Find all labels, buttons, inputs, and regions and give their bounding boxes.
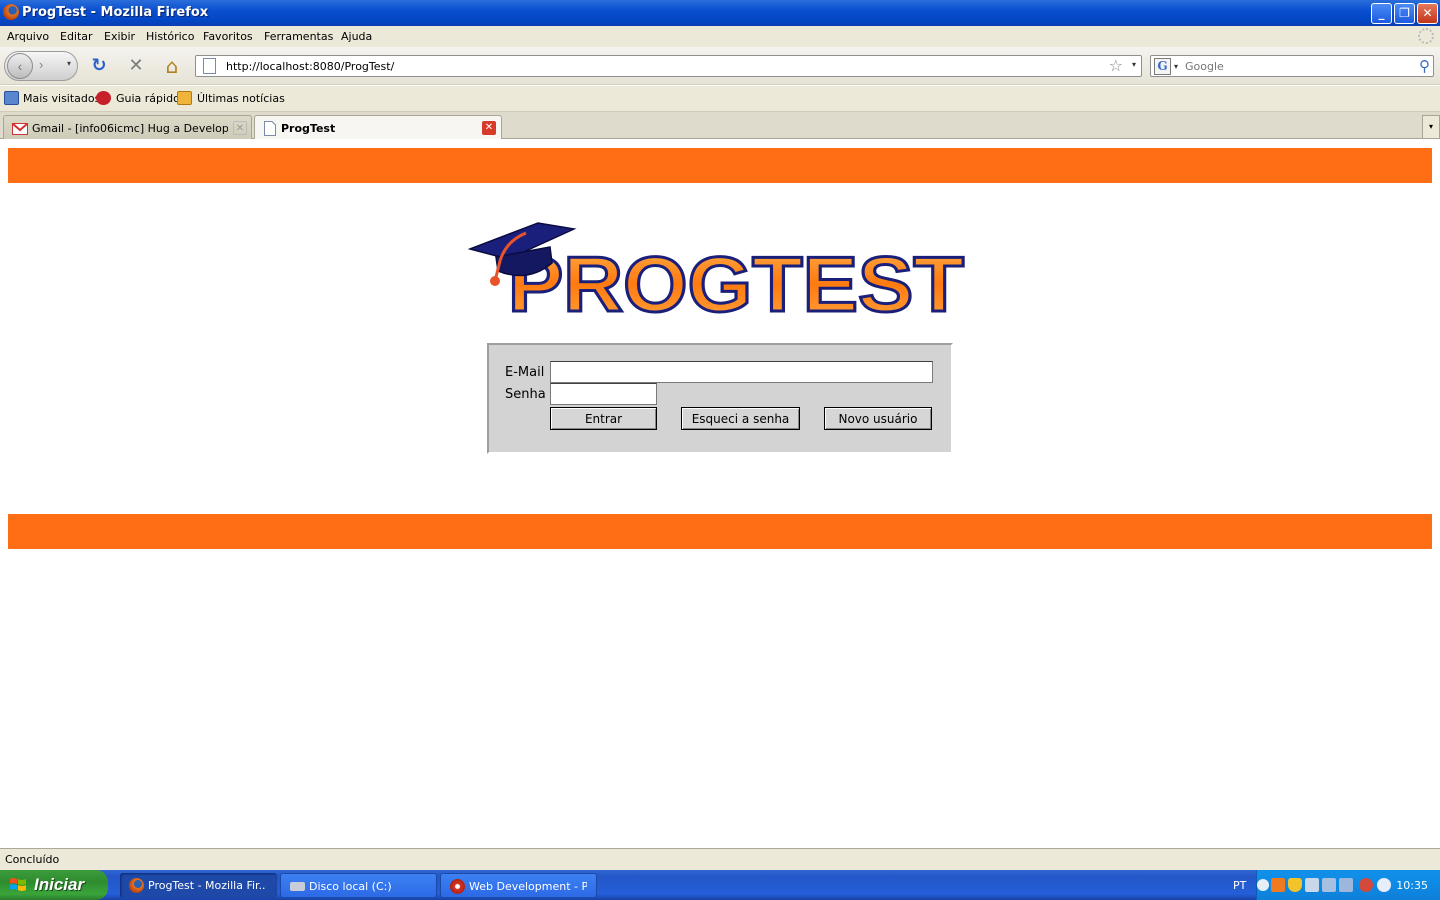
email-field[interactable] [550,361,933,383]
firefox-icon [129,878,144,893]
shield-icon[interactable] [1288,878,1302,892]
tab-list-dropdown[interactable]: ▾ [1422,115,1440,139]
bookmarks-toolbar: Mais visitados Guia rápido Últimas notíc… [0,86,1440,112]
bookmark-mais-visitados[interactable]: Mais visitados [23,92,100,105]
tray-app-icon[interactable] [1377,878,1391,892]
throbber-icon [1418,28,1434,44]
tray-app-icon[interactable] [1271,878,1285,892]
page-content: PROGTEST E-Mail Senha Entrar Esqueci a s… [0,139,1440,848]
drive-icon [290,882,305,891]
tab-label: ProgTest [281,122,336,135]
bookmark-guia-rapido[interactable]: Guia rápido [116,92,180,105]
search-bar[interactable]: G ▾ ⚲ [1150,55,1434,77]
close-window-button[interactable]: ✕ [1417,3,1438,24]
page-icon [264,121,276,136]
login-form: E-Mail Senha Entrar Esqueci a senha Novo… [487,343,953,454]
url-input[interactable] [226,58,1086,74]
gmail-icon [12,123,28,135]
taskbar-item-progtest[interactable]: ProgTest - Mozilla Fir... [120,873,277,898]
back-button[interactable]: ‹ [7,53,33,79]
url-bar[interactable]: ☆ ▾ [195,55,1142,77]
reload-button[interactable]: ↻ [88,55,110,77]
rss-feed-icon [177,91,192,105]
search-engine-dropdown-icon[interactable]: ▾ [1174,62,1178,71]
tab-bar: Gmail - [info06icmc] Hug a Developer - .… [0,112,1440,140]
taskbar-item-disco-local[interactable]: Disco local (C:) [280,873,437,898]
login-button[interactable]: Entrar [550,407,657,430]
taskbar-item-web-development[interactable]: Web Development - P... [440,873,597,898]
url-dropdown-icon[interactable]: ▾ [1132,60,1136,69]
new-user-button[interactable]: Novo usuário [824,407,932,430]
google-engine-icon[interactable]: G [1154,58,1171,75]
search-input[interactable] [1185,59,1405,74]
close-tab-icon[interactable]: ✕ [233,121,247,135]
bookmark-star-icon[interactable]: ☆ [1109,56,1123,75]
password-field[interactable] [550,383,657,405]
back-forward-group: ‹ › ▾ [4,51,78,81]
home-button[interactable]: ⌂ [161,55,183,77]
search-icon[interactable]: ⚲ [1419,57,1430,75]
task-label: Disco local (C:) [309,880,392,893]
tab-progtest[interactable]: ProgTest ✕ [254,115,502,140]
bookmark-ultimas-noticias[interactable]: Últimas notícias [197,92,285,105]
window-title: ProgTest - Mozilla Firefox [22,5,209,20]
password-label: Senha [505,387,546,402]
minimize-button[interactable]: _ [1371,3,1392,24]
bookmark-folder-icon [4,91,19,105]
status-bar: Concluído [0,848,1440,870]
menu-bar: Arquivo Editar Exibir Histórico Favorito… [0,26,1440,47]
email-label: E-Mail [505,365,545,380]
system-tray: PT 10:35 [1233,870,1440,900]
stop-button[interactable]: ✕ [125,55,147,77]
expand-tray-icon[interactable] [1257,879,1269,891]
menu-ajuda[interactable]: Ajuda [341,30,372,43]
forward-button[interactable]: › [39,57,43,72]
network-icon[interactable] [1305,878,1319,892]
quick-guide-icon [96,91,111,105]
network-icon[interactable] [1339,878,1353,892]
menu-ferramentas[interactable]: Ferramentas [264,30,333,43]
header-band [8,148,1432,183]
navigation-toolbar: ‹ › ▾ ↻ ✕ ⌂ ☆ ▾ G ▾ ⚲ [0,47,1440,85]
windows-logo-icon [10,878,26,891]
tab-label: Gmail - [info06icmc] Hug a Developer - .… [32,122,228,135]
start-button[interactable]: Iniciar [0,870,108,900]
tab-gmail[interactable]: Gmail - [info06icmc] Hug a Developer - .… [3,115,252,139]
network-icon[interactable] [1322,878,1336,892]
firefox-icon [3,4,19,20]
tray-app-icon[interactable] [1359,878,1373,892]
menu-editar[interactable]: Editar [60,30,93,43]
title-bar: ProgTest - Mozilla Firefox _ ❐ ✕ [0,0,1440,26]
history-dropdown-icon[interactable]: ▾ [67,59,71,68]
presentation-icon [450,879,465,894]
clock: 10:35 [1396,879,1428,892]
start-label: Iniciar [34,875,85,894]
taskbar: Iniciar ProgTest - Mozilla Fir... Disco … [0,870,1440,900]
task-label: ProgTest - Mozilla Fir... [148,879,266,892]
status-text: Concluído [5,853,60,866]
close-tab-icon[interactable]: ✕ [482,121,496,135]
restore-button[interactable]: ❐ [1394,3,1415,24]
footer-band [8,514,1432,549]
page-icon [203,58,216,74]
progtest-logo: PROGTEST [468,222,966,319]
menu-exibir[interactable]: Exibir [104,30,135,43]
menu-arquivo[interactable]: Arquivo [7,30,49,43]
logo-text: PROGTEST [508,240,964,319]
forgot-password-button[interactable]: Esqueci a senha [681,407,800,430]
menu-favoritos[interactable]: Favoritos [203,30,253,43]
task-label: Web Development - P... [469,880,587,893]
language-indicator[interactable]: PT [1233,879,1246,892]
menu-historico[interactable]: Histórico [146,30,194,43]
